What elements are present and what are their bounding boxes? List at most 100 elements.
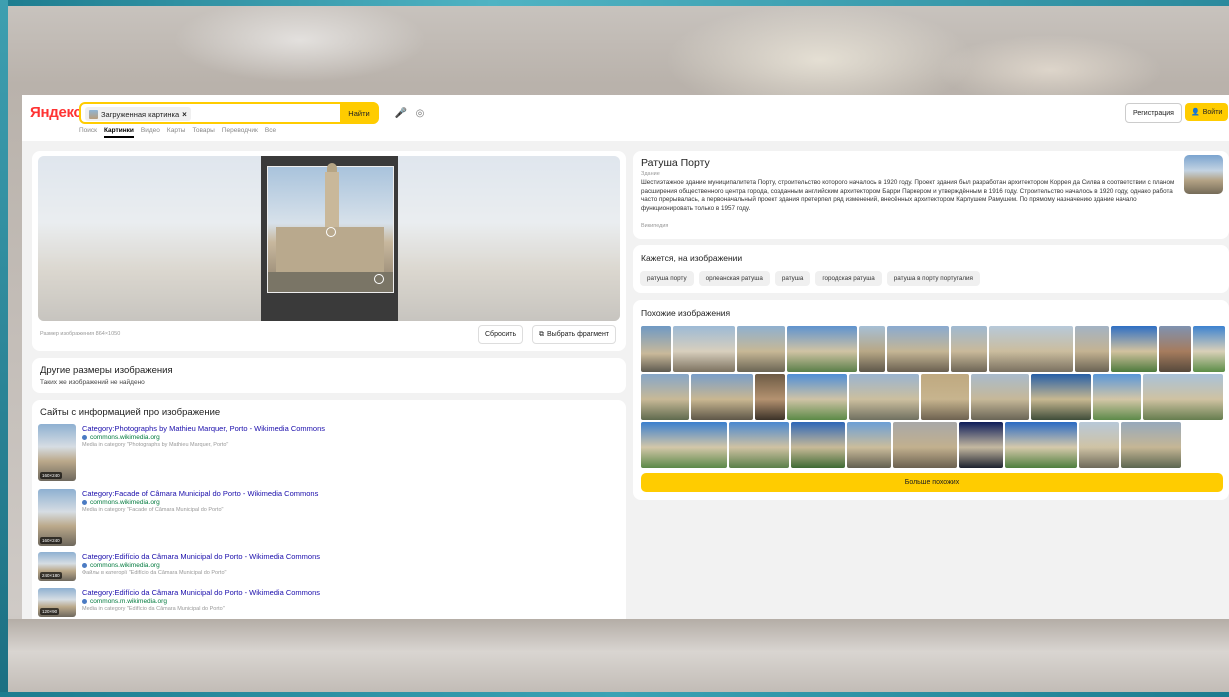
tab-search[interactable]: Поиск [79,127,97,138]
login-button[interactable]: 👤 Войти [1185,103,1229,121]
similar-image[interactable] [1159,326,1191,372]
frame-border-top [0,0,1229,6]
site-domain[interactable]: commons.wikimedia.org [90,562,160,569]
site-title-link[interactable]: Category:Edifício da Câmara Municipal do… [82,588,320,597]
tab-maps[interactable]: Карты [167,127,186,138]
yandex-logo[interactable]: Яндекс [30,104,82,121]
tab-goods[interactable]: Товары [192,127,214,138]
similar-image[interactable] [1143,374,1223,420]
tab-translator[interactable]: Переводчик [222,127,258,138]
site-title-link[interactable]: Category:Edifício da Câmara Municipal do… [82,552,320,561]
favicon-icon [82,500,87,505]
entity-kind: Здание [641,171,660,177]
similar-images-card: Похожие изображения Больше похожих [633,300,1229,500]
tags-title: Кажется, на изображении [641,253,743,263]
site-domain[interactable]: commons.m.wikimedia.org [90,598,167,605]
other-sizes-title: Другие размеры изображения [40,365,173,376]
site-domain[interactable]: commons.wikimedia.org [90,434,160,441]
uploaded-image-chip[interactable]: Загруженная картинка × [85,107,191,121]
similar-image[interactable] [989,326,1073,372]
blurred-desktop-background [8,619,1229,692]
select-fragment-label: Выбрать фрагмент [547,331,610,338]
similar-row [641,374,1223,420]
site-thumbnail[interactable]: 120×90 [38,588,76,617]
reset-button[interactable]: Сбросить [478,325,524,344]
entity-description: Шестиэтажное здание муниципалитета Порту… [641,179,1175,212]
similar-image[interactable] [859,326,885,372]
site-thumbnail[interactable]: 160×240 [38,424,76,481]
site-description: Media in category "Facade of Câmara Muni… [82,507,224,513]
select-fragment-button[interactable]: ⧉ Выбрать фрагмент [532,325,617,344]
tag-chip[interactable]: ратуша порту [640,271,694,286]
tab-images[interactable]: Картинки [104,127,134,138]
similar-image[interactable] [921,374,969,420]
crop-frame[interactable] [267,163,394,293]
tag-chip[interactable]: ратуша [774,271,811,286]
tag-chip[interactable]: городская ратуша [815,271,882,286]
other-sizes-subtitle: Таких же изображений не найдено [40,379,145,386]
similar-image[interactable] [1193,326,1225,372]
object-marker[interactable] [374,274,384,284]
frame-border-left [0,0,8,697]
entity-thumbnail[interactable] [1184,155,1223,194]
similar-image[interactable] [791,422,845,468]
similar-image[interactable] [673,326,735,372]
object-marker[interactable] [326,227,336,237]
register-button[interactable]: Регистрация [1125,103,1182,123]
similar-image[interactable] [959,422,1003,468]
image-size-text: Размер изображения 864×1050 [40,331,121,337]
camera-search-icon[interactable]: ◎ [414,107,426,119]
crop-icon: ⧉ [539,330,544,338]
similar-image[interactable] [971,374,1029,420]
similar-image[interactable] [951,326,987,372]
site-domain[interactable]: commons.wikimedia.org [90,499,160,506]
tag-chip[interactable]: орлеанская ратуша [698,271,770,286]
thumb-size-badge: 120×90 [40,608,60,615]
site-title-link[interactable]: Category:Facade of Câmara Municipal do P… [82,489,318,498]
similar-image[interactable] [1121,422,1181,468]
similar-image[interactable] [893,422,957,468]
site-title-link[interactable]: Category:Photographs by Mathieu Marquer,… [82,424,325,433]
similar-image[interactable] [849,374,919,420]
similar-image[interactable] [1079,422,1119,468]
similar-image[interactable] [755,374,785,420]
similar-image[interactable] [1031,374,1091,420]
find-button[interactable]: Найти [340,102,378,124]
header: Яндекс Загруженная картинка × Найти 🎤 ◎ … [22,95,1229,141]
clock-tower [325,172,339,227]
thumb-size-badge: 240×180 [40,572,62,579]
site-thumbnail[interactable]: 240×180 [38,552,76,581]
similar-row [641,326,1225,372]
entity-info-card: Ратуша Порту Здание Шестиэтажное здание … [633,151,1229,239]
similar-image[interactable] [847,422,891,468]
similar-image[interactable] [691,374,753,420]
favicon-icon [82,435,87,440]
search-box[interactable]: Загруженная картинка × [79,102,379,124]
similar-image[interactable] [641,326,671,372]
site-thumbnail[interactable]: 160×240 [38,489,76,546]
similar-image[interactable] [641,422,727,468]
similar-image[interactable] [787,326,857,372]
similar-row [641,422,1181,468]
similar-image[interactable] [729,422,789,468]
tab-video[interactable]: Видео [141,127,160,138]
wikipedia-link[interactable]: Википедия [641,223,668,229]
more-similar-button[interactable]: Больше похожих [641,473,1223,492]
similar-image[interactable] [887,326,949,372]
close-icon[interactable]: × [182,110,187,119]
similar-image[interactable] [1005,422,1077,468]
similar-image[interactable] [1111,326,1157,372]
tag-chip[interactable]: ратуша в порту португалия [886,271,980,286]
site-description: Media in category "Photographs by Mathie… [82,442,229,448]
image-preview-card: Размер изображения 864×1050 Сбросить ⧉ В… [32,151,626,351]
similar-title: Похожие изображения [641,308,731,318]
similar-image[interactable] [641,374,689,420]
microphone-icon[interactable]: 🎤 [395,107,407,119]
image-thumb-icon [89,109,98,119]
similar-image[interactable] [737,326,785,372]
similar-image[interactable] [1075,326,1109,372]
similar-image[interactable] [1093,374,1141,420]
similar-image[interactable] [787,374,847,420]
tab-all[interactable]: Все [265,127,276,138]
favicon-icon [82,563,87,568]
